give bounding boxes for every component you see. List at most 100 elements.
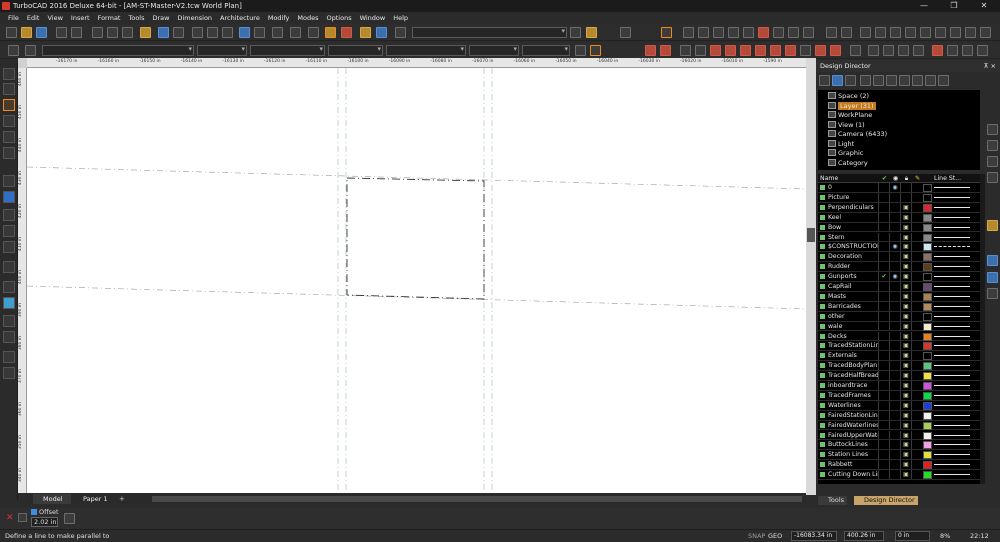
linestyle-preview[interactable] — [934, 276, 970, 278]
color-swatch[interactable] — [923, 362, 932, 371]
linestyle-preview[interactable] — [934, 325, 970, 327]
menu-draw[interactable]: Draw — [153, 14, 170, 22]
view-left-icon[interactable] — [890, 27, 901, 38]
new-icon[interactable] — [6, 27, 17, 38]
snap-mode-7-icon[interactable] — [773, 27, 784, 38]
menu-window[interactable]: Window — [360, 14, 386, 22]
dd-new-icon[interactable] — [819, 75, 830, 86]
current-check-icon[interactable]: ✔ — [879, 272, 890, 281]
visibility-eye-icon[interactable] — [890, 311, 901, 321]
draw-tool-2-icon[interactable] — [660, 45, 671, 56]
current-check-icon[interactable] — [879, 291, 890, 301]
dd-remove-icon[interactable] — [873, 75, 884, 86]
modify-tool-2-icon[interactable] — [883, 45, 894, 56]
layer-name[interactable]: CapRail — [818, 282, 879, 291]
hatch-icon[interactable] — [3, 191, 15, 203]
gunport-outline[interactable] — [346, 177, 485, 300]
copy-icon[interactable] — [107, 27, 118, 38]
table-row[interactable]: ButtockLines ▣ — [818, 440, 980, 451]
color-combo[interactable] — [197, 45, 247, 56]
camera-icon[interactable] — [3, 331, 15, 343]
view-iso-icon[interactable] — [950, 27, 961, 38]
draw-tool-6-icon[interactable] — [725, 45, 736, 56]
lock-icon[interactable]: ▣ — [901, 331, 912, 341]
menu-insert[interactable]: Insert — [71, 14, 90, 22]
tree-item[interactable]: Camera (6433) — [828, 130, 887, 140]
draw-tool-5-icon[interactable] — [710, 45, 721, 56]
current-check-icon[interactable] — [879, 202, 890, 212]
lock-icon[interactable]: ▣ — [901, 282, 912, 291]
visibility-eye-icon[interactable] — [890, 291, 901, 301]
current-check-icon[interactable] — [879, 470, 890, 479]
visibility-eye-icon[interactable] — [890, 351, 901, 361]
redo-icon[interactable] — [173, 27, 184, 38]
snap-mode-10-icon[interactable] — [826, 27, 837, 38]
blocks-icon[interactable] — [360, 27, 371, 38]
visibility-eye-icon[interactable] — [890, 361, 901, 371]
visibility-eye-icon[interactable] — [890, 192, 901, 202]
lock-icon[interactable]: ▣ — [901, 311, 912, 321]
layer-name[interactable]: other — [818, 311, 879, 321]
grid-tool-icon[interactable] — [3, 351, 15, 363]
layer-name[interactable]: Picture — [818, 192, 879, 202]
table-row[interactable]: FairedUpperWater ▣ — [818, 430, 980, 441]
linestyle-preview[interactable] — [934, 305, 970, 307]
current-check-icon[interactable] — [879, 242, 890, 252]
lock-icon[interactable]: ▣ — [901, 361, 912, 371]
snap-mode-5-icon[interactable] — [743, 27, 754, 38]
right-tool-2-icon[interactable] — [987, 140, 998, 151]
current-check-icon[interactable] — [879, 351, 890, 361]
right-tool-8-icon[interactable] — [987, 288, 998, 299]
lock-icon[interactable]: ▣ — [901, 341, 912, 351]
modify-tool-8-icon[interactable] — [977, 45, 988, 56]
tab-model[interactable]: Model — [33, 494, 71, 504]
redraw-icon[interactable] — [254, 27, 265, 38]
visibility-eye-icon[interactable] — [890, 252, 901, 262]
polyline-icon[interactable] — [3, 115, 15, 127]
right-tool-4-icon[interactable] — [987, 172, 998, 183]
linestyle-preview[interactable] — [934, 187, 970, 188]
linestyle-preview[interactable] — [934, 345, 970, 347]
draw-tool-10-icon[interactable] — [785, 45, 796, 56]
column-color-icon[interactable]: ✎ — [912, 174, 923, 183]
node-edit-icon[interactable] — [3, 83, 15, 95]
current-check-icon[interactable] — [879, 430, 890, 440]
zoom-window-icon[interactable] — [222, 27, 233, 38]
book-icon[interactable] — [586, 27, 597, 38]
linestyle-preview[interactable] — [934, 206, 970, 208]
lock-icon[interactable]: ▣ — [901, 450, 912, 460]
measure-icon[interactable] — [3, 261, 15, 273]
table-row[interactable]: Rabbett ▣ — [818, 460, 980, 471]
tab-paper-1[interactable]: Paper 1 — [73, 494, 117, 504]
layer-name[interactable]: wale — [818, 321, 879, 331]
view-top-icon[interactable] — [920, 27, 931, 38]
snap-mode-1-icon[interactable] — [683, 27, 694, 38]
snap-mode-9-icon[interactable] — [803, 27, 814, 38]
color-swatch[interactable] — [923, 263, 932, 272]
paste-icon[interactable] — [122, 27, 133, 38]
tree-item[interactable]: Light — [828, 139, 854, 150]
grid-icon[interactable] — [308, 27, 319, 38]
current-check-icon[interactable] — [879, 420, 890, 430]
lock-icon[interactable]: ▣ — [901, 470, 912, 479]
lock-icon[interactable]: ▣ — [901, 212, 912, 222]
table-row[interactable]: $CONSTRUCTION ◉ ▣ — [818, 242, 980, 253]
save-icon[interactable] — [36, 27, 47, 38]
visibility-eye-icon[interactable]: ◉ — [890, 242, 901, 252]
color-swatch[interactable] — [923, 273, 932, 282]
color-swatch[interactable] — [923, 322, 932, 331]
close-button[interactable]: ✕ — [969, 0, 999, 12]
linestyle-preview[interactable] — [934, 454, 970, 456]
current-check-icon[interactable] — [879, 410, 890, 420]
tree-item[interactable]: Space (2) — [828, 92, 869, 102]
visibility-eye-icon[interactable] — [890, 222, 901, 232]
table-row[interactable]: Cutting Down Line ▣ — [818, 470, 980, 480]
column-name[interactable]: Name — [820, 174, 838, 183]
layer-name[interactable]: Cutting Down Line — [818, 470, 879, 479]
layer-name[interactable]: Station Lines — [818, 450, 879, 460]
pattern-icon[interactable] — [3, 367, 15, 379]
color-swatch[interactable] — [923, 292, 932, 301]
visibility-eye-icon[interactable] — [890, 440, 901, 450]
add-tab-icon[interactable]: + — [119, 494, 125, 504]
view-camera-icon[interactable] — [980, 27, 991, 38]
